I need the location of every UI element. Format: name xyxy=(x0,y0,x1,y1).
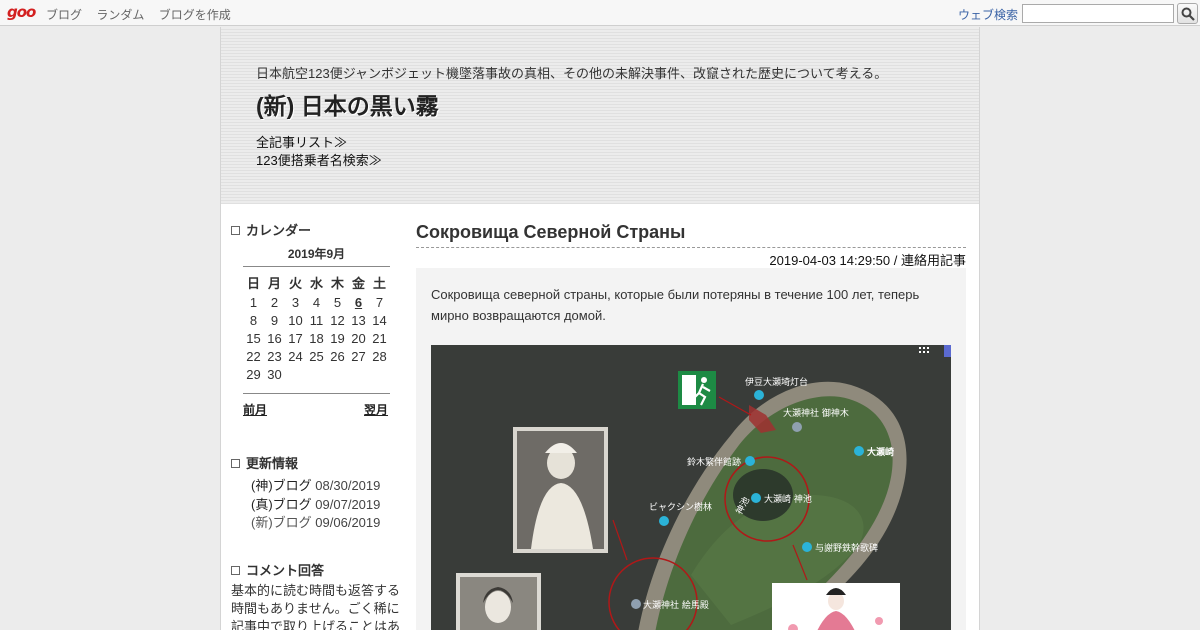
calendar-divider xyxy=(243,266,390,267)
calendar-day: 16 xyxy=(267,331,282,346)
all-articles-link[interactable]: 全記事リスト≫ xyxy=(256,132,347,151)
calendar-day: 24 xyxy=(288,349,303,364)
map-pin-icon xyxy=(751,493,761,503)
exit-figure-head xyxy=(701,377,707,383)
meta-separator: / xyxy=(890,253,901,268)
map-pin-icon xyxy=(745,456,755,466)
calendar-day: 17 xyxy=(288,331,303,346)
map-pin-icon xyxy=(802,542,812,552)
top-links: ブログ ランダム ブログを作成 xyxy=(46,6,242,23)
calendar-day: 3 xyxy=(291,295,300,310)
update-item[interactable]: (神)ブログ 08/30/2019 xyxy=(251,475,380,494)
update-item[interactable]: (新)ブログ 09/06/2019 xyxy=(251,512,380,531)
weekday-sun: 日 xyxy=(246,276,260,291)
calendar-day: 9 xyxy=(270,313,279,328)
map-label-pond: 大瀬崎 神池 xyxy=(764,493,812,505)
map-corner-button xyxy=(944,345,951,357)
map-label-yosano: 与謝野鉄幹歌碑 xyxy=(815,542,878,554)
weekday-wed: 水 xyxy=(309,276,323,291)
calendar-day: 19 xyxy=(330,331,345,346)
map-label-cape: 大瀬崎 xyxy=(867,446,894,458)
calendar-day: 1 xyxy=(249,295,258,310)
calendar-day[interactable]: 6 xyxy=(348,295,369,313)
square-bullet-icon xyxy=(231,566,240,575)
square-bullet-icon xyxy=(231,459,240,468)
map-pin-icon xyxy=(792,422,802,432)
blog-header: 日本航空123便ジャンボジェット機墜落事故の真相、その他の未解決事件、改竄された… xyxy=(220,27,980,204)
map-label-suzuki: 鈴木繁伴館跡 xyxy=(687,456,741,468)
map-label-lighthouse: 伊豆大瀬埼灯台 xyxy=(745,376,808,388)
calendar-day: 20 xyxy=(351,331,366,346)
calendar-day: 28 xyxy=(372,349,387,364)
exit-door xyxy=(682,375,696,405)
comments-heading: コメント回答 xyxy=(231,560,324,579)
map-pin-icon xyxy=(754,390,764,400)
calendar-day: 12 xyxy=(330,313,345,328)
calendar-day: 25 xyxy=(309,349,324,364)
goo-logo[interactable]: goo xyxy=(7,3,36,21)
map-pin-icon xyxy=(659,516,669,526)
map-pin-icon xyxy=(854,446,864,456)
petal-icon xyxy=(875,617,883,625)
weekday-fri: 金 xyxy=(351,276,365,291)
map-label-ema: 大瀬神社 絵馬殿 xyxy=(643,599,709,611)
calendar-day: 14 xyxy=(372,313,387,328)
calendar-grid: 日 月 火 水 木 金 土 1 2 3 4 5 6 7 8 9 10 11 12 13 14 15 16 17 1… xyxy=(243,273,390,385)
calendar-day: 15 xyxy=(246,331,261,346)
portrait-girl-face xyxy=(485,591,511,623)
comments-text: 基本的に読む時間も返答する時間もありません。ごく稀に記事中で取り上げることはあ xyxy=(231,583,401,630)
calendar-day: 4 xyxy=(312,295,321,310)
map-label-shrine-tree: 大瀬神社 御神木 xyxy=(783,407,849,419)
calendar-day: 5 xyxy=(333,295,342,310)
top-link-random[interactable]: ランダム xyxy=(96,8,144,22)
article-date: 2019-04-03 14:29:50 xyxy=(769,253,891,268)
calendar-day: 30 xyxy=(267,367,282,382)
search-input[interactable] xyxy=(1022,4,1174,23)
article-map-image[interactable]: 伊豆大瀬埼灯台 大瀬神社 御神木 大瀬崎 鈴木繁伴館跡 大瀬崎 神池 ビャクシン… xyxy=(431,345,951,630)
calendar-divider-bottom xyxy=(243,393,390,394)
article-category-link[interactable]: 連絡用記事 xyxy=(901,253,966,268)
article-title[interactable]: Сокровища Северной Страны xyxy=(416,222,966,248)
calendar-day: 22 xyxy=(246,349,261,364)
calendar-day: 18 xyxy=(309,331,324,346)
blog-description: 日本航空123便ジャンボジェット機墜落事故の真相、その他の未解決事件、改竄された… xyxy=(256,66,888,81)
map-pin-icon xyxy=(631,599,641,609)
calendar-heading: カレンダー xyxy=(231,220,311,239)
calendar-prev-month[interactable]: 前月 xyxy=(243,401,267,418)
weekday-tue: 火 xyxy=(288,276,302,291)
calendar-day: 2 xyxy=(270,295,279,310)
calendar-day: 21 xyxy=(372,331,387,346)
calendar-day: 7 xyxy=(375,295,384,310)
satellite-map: 伊豆大瀬埼灯台 大瀬神社 御神木 大瀬崎 鈴木繁伴館跡 大瀬崎 神池 ビャクシン… xyxy=(431,345,951,630)
search-button[interactable] xyxy=(1177,3,1198,24)
calendar-day: 27 xyxy=(351,349,366,364)
article-body: Сокровища северной страны, которые были … xyxy=(416,268,966,630)
calendar-next-month[interactable]: 翌月 xyxy=(364,401,388,418)
calendar-day: 11 xyxy=(309,313,324,328)
top-link-create-blog[interactable]: ブログを作成 xyxy=(159,8,231,22)
web-search-label[interactable]: ウェブ検索 xyxy=(958,6,1018,23)
calendar-day: 29 xyxy=(246,367,261,382)
search-icon xyxy=(1181,7,1195,21)
calendar-day: 10 xyxy=(288,313,303,328)
weekday-sat: 土 xyxy=(372,276,386,291)
updates-heading: 更新情報 xyxy=(231,453,298,472)
calendar-day: 13 xyxy=(351,313,366,328)
calendar-day: 8 xyxy=(249,313,258,328)
main-panel: カレンダー 2019年9月 日 月 火 水 木 金 土 1 2 3 4 5 6 7 8 9 10 1… xyxy=(220,204,980,630)
square-bullet-icon xyxy=(231,226,240,235)
weekday-thu: 木 xyxy=(330,276,344,291)
weekday-mon: 月 xyxy=(267,276,281,291)
calendar-month: 2019年9月 xyxy=(287,247,346,261)
top-bar: goo ブログ ランダム ブログを作成 ウェブ検索 xyxy=(0,0,1200,26)
top-link-blog[interactable]: ブログ xyxy=(46,8,82,22)
article-meta: 2019-04-03 14:29:50 / 連絡用記事 xyxy=(769,250,966,269)
map-label-biyakushin: ビャクシン樹林 xyxy=(649,501,712,513)
article-text: Сокровища северной страны, которые были … xyxy=(431,287,920,323)
calendar-day: 26 xyxy=(330,349,345,364)
blog-title[interactable]: (新) 日本の黒い霧 xyxy=(256,87,439,121)
passenger-search-link[interactable]: 123便搭乗者名検索≫ xyxy=(256,150,382,169)
update-item[interactable]: (真)ブログ 09/07/2019 xyxy=(251,494,380,513)
calendar-day: 23 xyxy=(267,349,282,364)
